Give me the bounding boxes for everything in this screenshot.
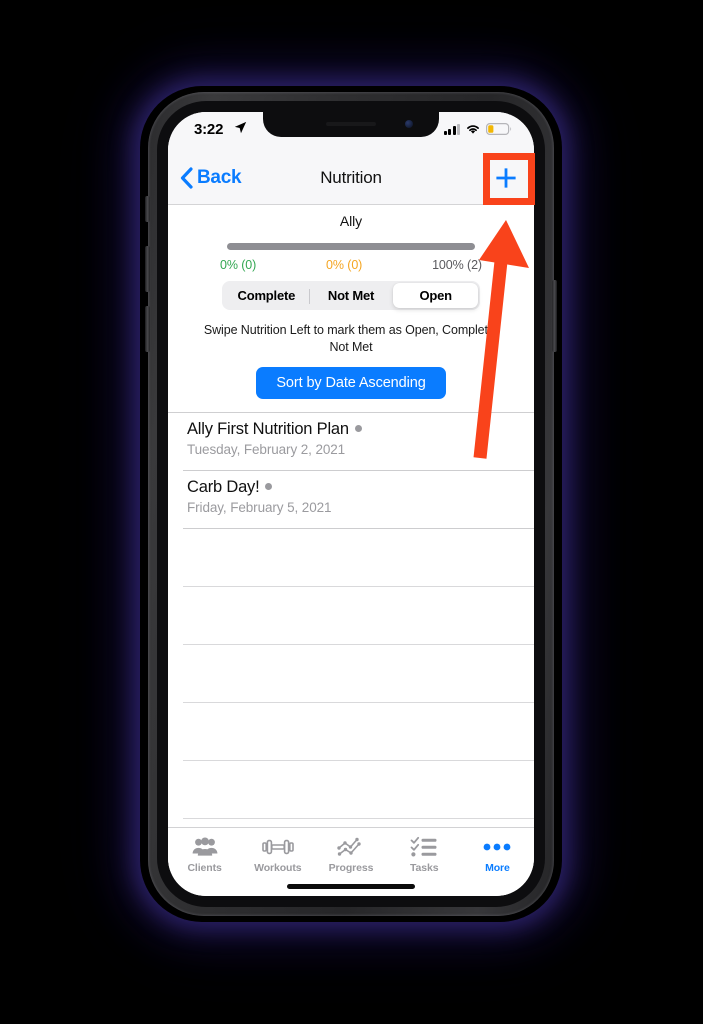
list-item-empty <box>168 760 534 818</box>
front-camera <box>405 120 413 128</box>
sort-button-label: Sort by Date Ascending <box>276 374 426 391</box>
list-item[interactable]: Carb Day! Friday, February 5, 2021 <box>168 470 534 528</box>
stat-not-met: 0% (0) <box>326 258 363 272</box>
tab-more-label: More <box>485 862 510 874</box>
volume-down-button[interactable] <box>145 306 150 352</box>
sort-by-date-button[interactable]: Sort by Date Ascending <box>256 366 446 399</box>
status-bar-indicators <box>443 123 513 135</box>
tab-clients[interactable]: Clients <box>168 828 241 896</box>
client-name: Ally <box>339 213 363 229</box>
line-chart-icon <box>337 835 365 859</box>
location-arrow-icon <box>234 121 247 134</box>
device-notch <box>263 112 439 137</box>
list-item-title: Carb Day! <box>187 478 260 496</box>
power-button[interactable] <box>552 280 557 352</box>
progress-segment-open <box>227 243 475 250</box>
segment-not-met-label: Not Met <box>327 288 375 303</box>
segment-divider <box>308 289 310 304</box>
annotation-highlight-box <box>483 153 535 205</box>
earpiece-speaker <box>326 122 376 126</box>
status-dot <box>265 483 273 490</box>
segment-complete[interactable]: Complete <box>224 283 309 308</box>
navigation-bar: Back Nutrition <box>168 152 534 205</box>
tab-progress-label: Progress <box>328 862 374 874</box>
completion-stats-row: 0% (0) 0% (0) 100% (2) <box>220 258 482 272</box>
status-filter-segmented-control[interactable]: Complete Not Met Open <box>222 281 480 310</box>
tab-workouts-label: Workouts <box>254 862 302 874</box>
people-group-icon <box>192 835 218 859</box>
segment-not-met[interactable]: Not Met <box>308 283 394 308</box>
cellular-signal-icon <box>443 123 460 135</box>
status-dot <box>354 425 362 432</box>
segment-open-label: Open <box>419 288 452 303</box>
home-indicator[interactable] <box>287 884 415 889</box>
list-item[interactable]: Ally First Nutrition Plan Tuesday, Februa… <box>168 412 534 470</box>
stat-complete: 0% (0) <box>220 258 257 272</box>
nutrition-plan-list[interactable]: Ally First Nutrition Plan Tuesday, Februa… <box>168 412 534 828</box>
list-item-empty <box>168 586 534 644</box>
battery-low-icon <box>486 123 512 135</box>
phone-screen: 3:22 Back Nutrition Ally 0% (0) 0% (0) 1… <box>168 112 534 896</box>
segment-open[interactable]: Open <box>393 283 479 308</box>
list-item-date: Tuesday, February 2, 2021 <box>187 442 346 457</box>
segment-complete-label: Complete <box>237 288 296 303</box>
volume-up-button[interactable] <box>145 246 150 292</box>
wifi-icon <box>467 125 479 134</box>
mute-switch-button[interactable] <box>145 196 150 222</box>
list-item-title: Ally First Nutrition Plan <box>187 420 349 438</box>
list-item-empty <box>168 528 534 586</box>
ellipsis-icon <box>482 835 512 859</box>
tab-more[interactable]: More <box>461 828 534 896</box>
list-item-empty <box>168 702 534 760</box>
stat-open: 100% (2) <box>432 258 482 272</box>
checklist-icon <box>410 835 438 859</box>
completion-progress-bar <box>227 243 475 250</box>
list-item-date: Friday, February 5, 2021 <box>187 500 332 515</box>
client-summary-header: Ally 0% (0) 0% (0) 100% (2) Complete Not… <box>168 204 534 413</box>
swipe-instruction-text: Swipe Nutrition Left to mark them as Ope… <box>203 323 499 354</box>
list-item-empty <box>168 644 534 702</box>
page-title: Nutrition <box>320 168 382 187</box>
tab-clients-label: Clients <box>187 862 222 874</box>
dumbbell-icon <box>261 835 294 859</box>
tab-tasks-label: Tasks <box>409 862 439 874</box>
status-bar-time: 3:22 <box>194 121 224 138</box>
